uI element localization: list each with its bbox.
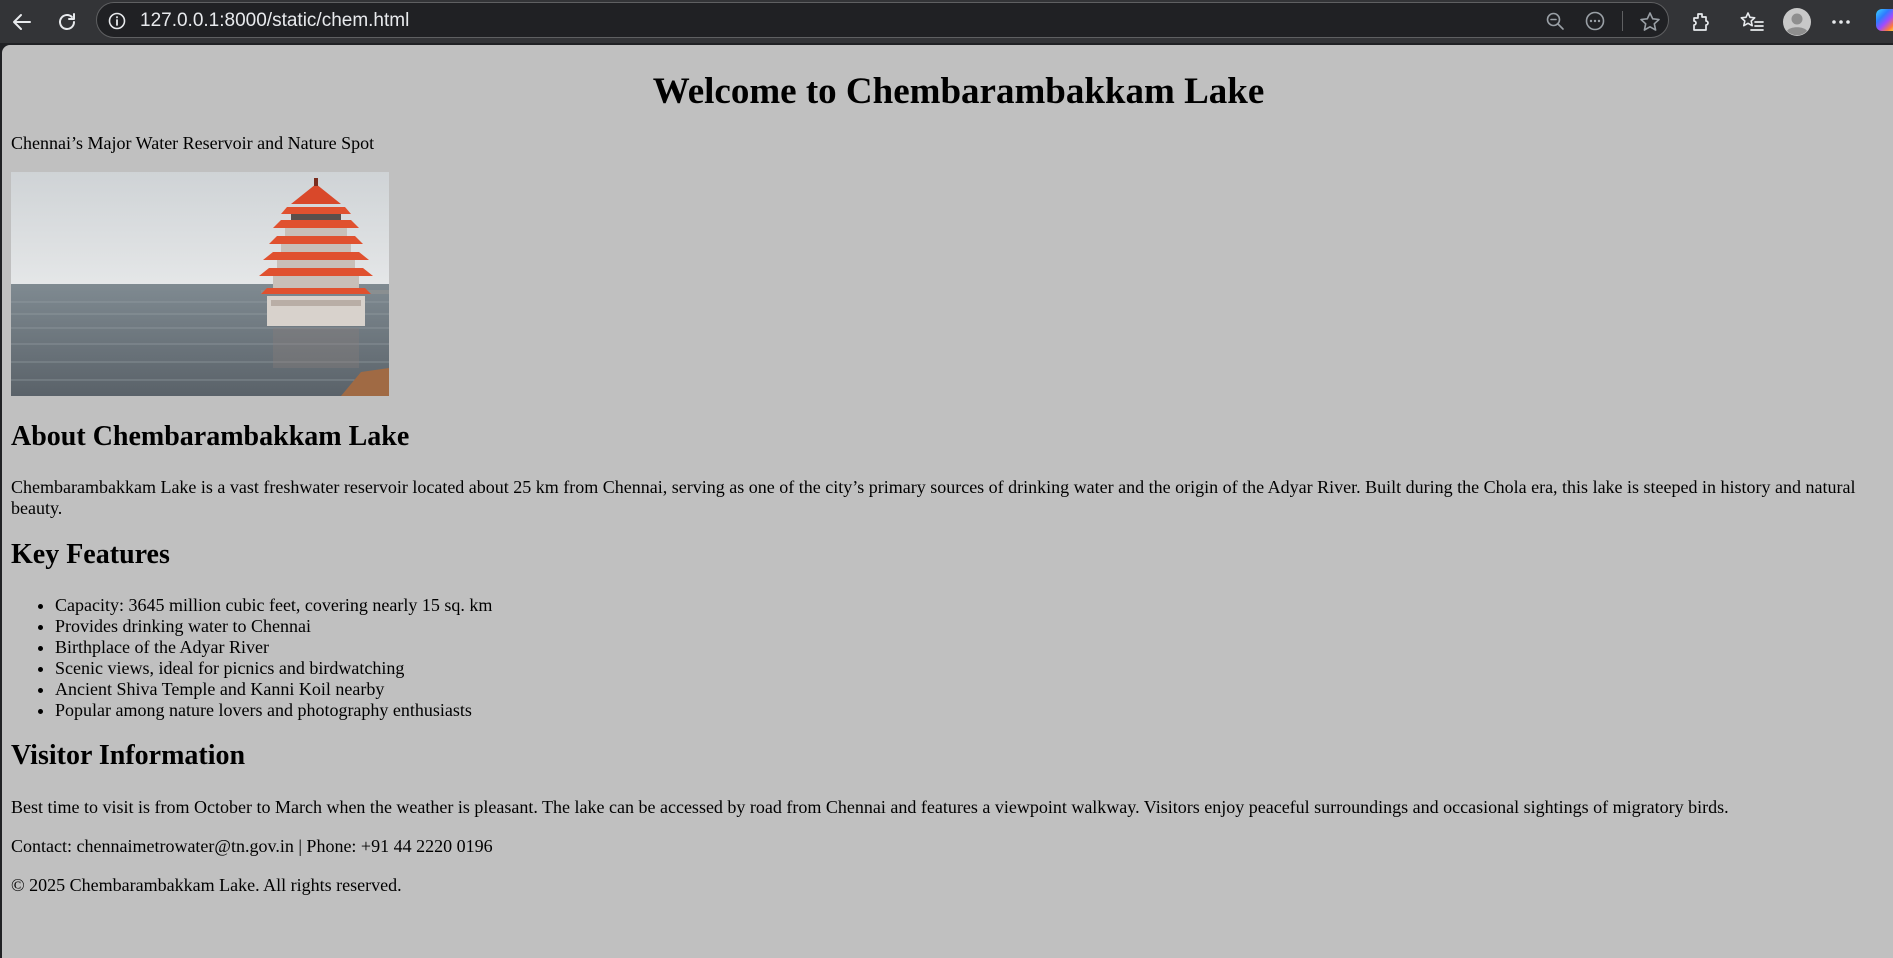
about-heading: About Chembarambakkam Lake xyxy=(11,421,410,452)
page-title: Welcome to Chembarambakkam Lake xyxy=(652,71,1265,112)
list-item: Provides drinking water to Chennai xyxy=(55,616,492,637)
favorites-icon[interactable] xyxy=(1736,6,1767,37)
read-aloud-icon[interactable] xyxy=(1584,11,1606,36)
visitor-heading: Visitor Information xyxy=(11,740,246,771)
address-divider xyxy=(1622,11,1623,31)
zoom-out-icon[interactable] xyxy=(1545,11,1565,36)
features-list: Capacity: 3645 million cubic feet, cover… xyxy=(11,595,492,721)
extensions-icon[interactable] xyxy=(1685,6,1716,37)
page-footer: © 2025 Chembarambakkam Lake. All rights … xyxy=(11,875,402,895)
list-item: Popular among nature lovers and photogra… xyxy=(55,700,492,721)
about-paragraph: Chembarambakkam Lake is a vast freshwate… xyxy=(11,477,1856,518)
page-viewport: Welcome to Chembarambakkam Lake Chennai’… xyxy=(2,45,1893,958)
list-item: Birthplace of the Adyar River xyxy=(55,637,492,658)
profile-avatar-icon[interactable] xyxy=(1781,6,1812,37)
refresh-icon[interactable] xyxy=(51,6,82,37)
favorite-star-icon[interactable] xyxy=(1639,11,1661,38)
url-text[interactable]: 127.0.0.1:8000/static/chem.html xyxy=(140,10,409,32)
more-icon[interactable] xyxy=(1825,6,1856,37)
address-bar[interactable]: 127.0.0.1:8000/static/chem.html xyxy=(96,2,1669,38)
page-tagline: Chennai’s Major Water Reservoir and Natu… xyxy=(11,133,375,153)
back-icon[interactable] xyxy=(6,6,37,37)
lake-pavilion-photo xyxy=(11,172,389,396)
list-item: Capacity: 3645 million cubic feet, cover… xyxy=(55,595,492,616)
list-item: Scenic views, ideal for picnics and bird… xyxy=(55,658,492,679)
site-info-icon[interactable] xyxy=(107,11,127,36)
list-item: Ancient Shiva Temple and Kanni Koil near… xyxy=(55,679,492,700)
browser-toolbar: 127.0.0.1:8000/static/chem.html xyxy=(0,0,1893,43)
contact-info: Contact: chennaimetrowater@tn.gov.in | P… xyxy=(11,836,493,856)
features-heading: Key Features xyxy=(11,539,170,570)
visitor-paragraph: Best time to visit is from October to Ma… xyxy=(11,797,1729,817)
copilot-icon[interactable] xyxy=(1876,9,1893,31)
